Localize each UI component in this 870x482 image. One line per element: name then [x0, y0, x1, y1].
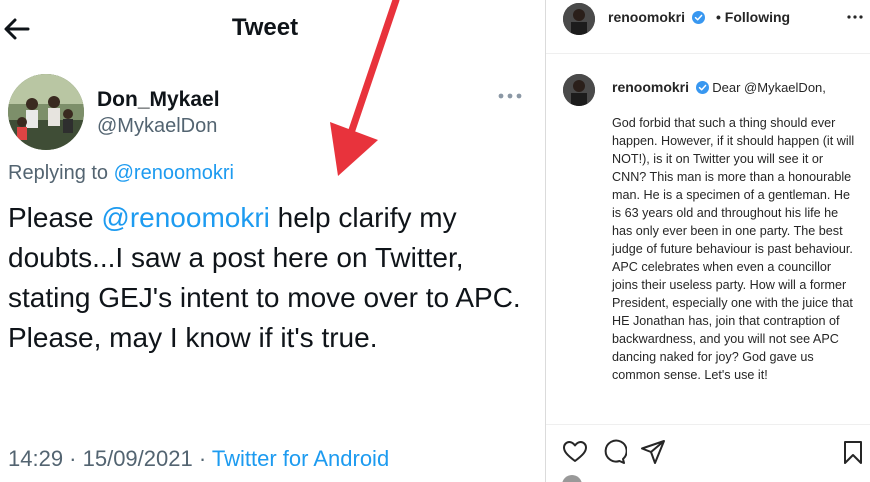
- replying-to-mention[interactable]: @renoomokri: [114, 162, 234, 184]
- replying-to-line: Replying to @renoomokri: [8, 162, 234, 185]
- ig-more-options-icon[interactable]: [846, 10, 864, 24]
- ig-header-username[interactable]: renoomokri: [608, 9, 685, 25]
- verified-badge-icon: [692, 11, 706, 24]
- instagram-post: renoomokri • Following renoomokri Dear @…: [546, 0, 870, 482]
- tweet-text-mention[interactable]: @renoomokri: [101, 202, 269, 233]
- share-icon[interactable]: [640, 439, 666, 465]
- tweet-source-link[interactable]: Twitter for Android: [212, 446, 389, 471]
- ig-action-bar: [546, 424, 870, 482]
- comment-icon[interactable]: [601, 439, 627, 465]
- ig-header-user: renoomokri: [608, 9, 706, 27]
- tweet-page-title: Tweet: [231, 14, 299, 41]
- bookmark-icon[interactable]: [840, 439, 866, 465]
- verified-badge-icon: [695, 81, 709, 94]
- tweet-handle[interactable]: @MykaelDon: [97, 115, 217, 138]
- liked-by-avatar[interactable]: [562, 475, 582, 482]
- replying-to-prefix: Replying to: [8, 162, 114, 184]
- tweet-screenshot: Tweet Don_Mykael @MykaelDon Replying to …: [0, 0, 546, 482]
- ig-header-avatar[interactable]: [563, 3, 595, 35]
- tweet-header: Tweet: [0, 0, 545, 60]
- tweet-avatar[interactable]: [8, 74, 84, 150]
- ig-caption-header: renoomokri Dear @MykaelDon,: [612, 79, 862, 95]
- more-options-icon[interactable]: [496, 86, 524, 106]
- heart-icon[interactable]: [562, 439, 588, 465]
- tweet-text: Please @renoomokri help clarify my doubt…: [8, 198, 528, 358]
- tweet-meta: 14:29 · 15/09/2021 · Twitter for Android: [8, 446, 389, 472]
- red-arrow-annotation: [330, 0, 400, 176]
- ig-post-header: renoomokri • Following: [546, 0, 870, 54]
- ig-caption-avatar[interactable]: [563, 74, 595, 106]
- tweet-timestamp[interactable]: 14:29 · 15/09/2021 ·: [8, 446, 212, 471]
- tweet-text-before: Please: [8, 202, 102, 233]
- ig-caption-greeting: Dear @MykaelDon,: [712, 80, 826, 95]
- following-status[interactable]: • Following: [716, 9, 790, 25]
- tweet-display-name[interactable]: Don_Mykael: [97, 88, 220, 112]
- ig-caption-body: God forbid that such a thing should ever…: [612, 116, 855, 382]
- ig-caption-username[interactable]: renoomokri: [612, 79, 689, 95]
